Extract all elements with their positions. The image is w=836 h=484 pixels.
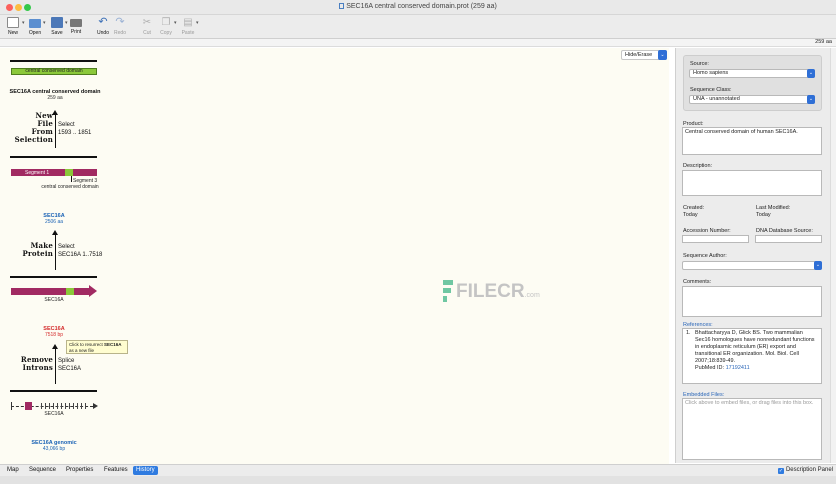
product-field[interactable]: Central conserved domain of human SEC16A… [682,127,822,155]
comments-field[interactable] [682,286,822,317]
history-divider [10,390,97,392]
database-source-label: DNA Database Source: [756,228,813,234]
operation-new-file-from-selection: New File From Selection [14,111,53,144]
cds-feature-marker [66,288,74,295]
operation-detail: Select SEC16A 1..7518 [58,244,103,258]
tab-history[interactable]: History [133,466,158,475]
accession-label: Accession Number: [683,228,731,234]
folder-icon [29,19,41,28]
history-divider [10,156,97,158]
title-bar: SEC16A central conserved domain.prot (25… [0,0,836,15]
last-modified-value: Today [756,212,771,218]
printer-icon [70,19,82,27]
checkbox-checked-icon: ✓ [777,468,784,474]
exon-ticks [41,403,89,409]
new-button[interactable]: New [2,17,24,36]
exon-block [25,402,32,410]
protein-file-icon [339,3,345,9]
disk-icon [51,17,63,28]
source-select[interactable]: Homo sapiens ⌄ [689,69,815,78]
operation-remove-introns: Remove Introns [20,355,53,372]
comments-label: Comments: [683,279,712,285]
chevron-down-icon: ⌄ [807,69,815,78]
map-start-tick [11,402,12,410]
sequence-author-select[interactable]: ⌄ [682,261,822,270]
created-value: Today [683,212,698,218]
sequence-length-strip: 259 aa [0,39,836,47]
history-arrow [55,348,56,384]
operation-detail: Select 1593 .. 1851 [58,122,92,136]
watermark: FILECR.com [456,281,540,302]
last-modified-label: Last Modified: [756,205,791,211]
tab-features[interactable]: Features [101,466,131,475]
toolbar: New ▾ Open ▾ Save ▾ Print ↶ Undo ↷ Redo ✂ C… [0,15,836,39]
history-divider [10,276,97,278]
copy-icon: ❐ [161,17,171,28]
arrow-up-icon [52,344,58,349]
description-field[interactable] [682,170,822,196]
map-label: SEC16A [44,297,64,303]
redo-arrow-icon: ↷ [115,16,125,28]
history-divider [10,60,97,62]
history-node-sec16a-protein[interactable]: SEC16A 2506 aa [4,213,104,225]
panel-scrollbar[interactable] [830,48,836,463]
arrow-right-icon [89,285,97,297]
tab-sequence[interactable]: Sequence [26,466,59,475]
pubmed-link[interactable]: 17192411 [726,365,750,371]
sequence-author-label: Sequence Author: [683,253,727,259]
description-panel-toggle[interactable]: ✓ Description Panel [777,466,833,475]
segment-map-bar[interactable]: Segment 1 [11,169,97,176]
arrow-up-icon [52,230,58,235]
window-title: SEC16A central conserved domain.prot (25… [0,3,836,10]
watermark-logo-icon [443,280,453,302]
new-file-icon [7,17,19,28]
reference-entry: Bhattacharyya D, Glick BS. Two mammalian… [695,330,815,371]
tab-properties[interactable]: Properties [63,466,96,475]
undo-arrow-icon: ↶ [98,16,108,28]
accession-field[interactable] [682,235,749,243]
segment-2-marker [65,169,73,176]
map-label: SEC16A [44,411,64,417]
window-footer [0,476,836,484]
cds-map-bar[interactable] [11,288,91,295]
sequence-length: 259 aa [815,39,832,45]
clipboard-icon: ▤ [183,17,193,28]
scissors-icon: ✂ [142,17,152,28]
arrow-right-icon [93,403,98,409]
description-label: Description: [683,163,713,169]
print-button[interactable]: Print [65,17,87,35]
chevron-down-icon: ⌄ [807,95,815,104]
source-label: Source: [690,61,709,67]
created-label: Created: [683,205,705,211]
redo-button[interactable]: ↷ Redo [109,16,131,37]
arrow-up-icon [52,110,58,115]
history-node-current[interactable]: SEC16A central conserved domain 259 aa [0,89,110,101]
hide-erase-dropdown[interactable]: Hide/Erase ⌄ [621,50,667,60]
resurrect-tooltip: Click to resurrect SEC16A as a new file [66,340,128,354]
feature-bar-central-domain[interactable]: central conserved domain [11,68,97,75]
chevron-down-icon: ⌄ [814,261,822,270]
database-source-field[interactable] [755,235,822,243]
operation-detail: Splice SEC16A [58,358,82,372]
view-tab-bar: Map Sequence Properties Features History… [0,464,836,476]
paste-dropdown-icon[interactable]: ▾ [196,20,199,26]
history-arrow [55,234,56,270]
operation-make-protein: Make Protein [22,241,53,258]
sequence-class-label: Sequence Class: [690,87,732,93]
history-node-sec16a-mrna[interactable]: SEC16A 7518 bp [4,326,104,338]
history-arrow [55,114,56,148]
history-node-sec16a-genomic[interactable]: SEC16A genomic 43,066 bp [4,440,104,452]
history-canvas[interactable]: Hide/Erase ⌄ central conserved domain SEC… [0,48,669,464]
references-box[interactable]: 1. Bhattacharyya D, Glick BS. Two mammal… [682,328,822,384]
tab-map[interactable]: Map [4,466,22,475]
segment-3-leader [71,176,72,182]
dropdown-arrow-icon: ⌄ [658,50,667,60]
sequence-class-select[interactable]: UNA - unannotated ⌄ [689,95,815,104]
feature-label: central conserved domain [41,184,99,190]
embedded-files-dropzone[interactable]: Click above to embed files, or drag file… [682,398,822,460]
